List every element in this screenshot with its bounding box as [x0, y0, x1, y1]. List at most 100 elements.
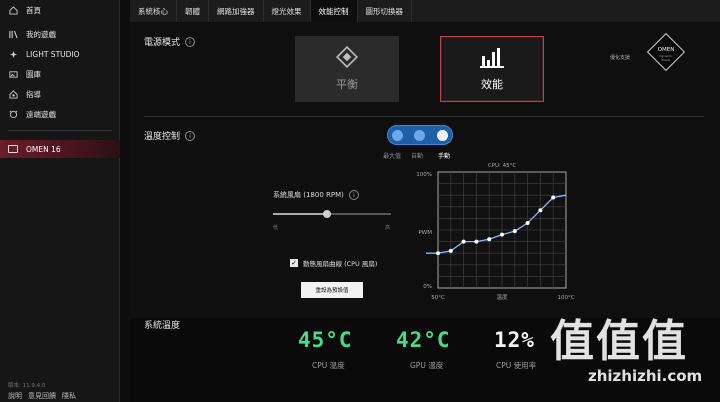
sidebar-item-label: 圖庫 [26, 69, 41, 79]
fan-curve-svg[interactable]: CPU: 45°C 100% PWM 0% 50°C 溫度 100°C [408, 160, 580, 312]
tab-network-booster[interactable]: 網路加強器 [209, 0, 264, 22]
slider-high-label: 高 [385, 225, 391, 231]
fan-curve-point[interactable] [436, 251, 440, 256]
fan-curve-point[interactable] [525, 221, 530, 226]
gpu-temp-label: GPU 溫度 [410, 361, 444, 370]
fan-mode-max[interactable] [392, 130, 403, 141]
gpu-temp-value: 42°C [396, 328, 451, 352]
site-watermark: 值值值 zhizhizhi.com [550, 305, 720, 402]
fan-mode-manual[interactable] [437, 130, 448, 141]
tab-bar: 系統核心 韌體 網路加強器 燈光效果 效能控制 圖形切換器 [130, 0, 720, 22]
x-axis-label: 溫度 [496, 293, 508, 301]
section-divider [144, 116, 704, 117]
reset-default-button[interactable]: 重設為預設值 [301, 282, 363, 298]
tab-graphics-switcher[interactable]: 圖形切換器 [358, 0, 412, 22]
x-tick-label: 100°C [557, 295, 574, 301]
tab-firmware[interactable]: 韌體 [177, 0, 209, 22]
remote-play-icon [8, 109, 18, 119]
power-mode-label: 平衡 [336, 78, 358, 91]
help-link[interactable]: 說明 [8, 391, 22, 401]
gallery-icon [8, 69, 18, 79]
sidebar-item-label: 首頁 [26, 5, 41, 15]
slider-low-label: 低 [273, 225, 279, 231]
slider-handle[interactable] [323, 210, 332, 218]
fan-curve-point[interactable] [500, 232, 504, 237]
performance-bars-icon [480, 48, 504, 68]
power-mode-title: 電源模式 i [144, 35, 196, 48]
chart-title: CPU: 45°C [488, 163, 517, 169]
sidebar-item-coach[interactable]: 指導 [0, 84, 120, 104]
x-tick-label: 50°C [431, 295, 445, 301]
watermark-glyphs: 值值值 [550, 316, 688, 367]
fan-curve-point[interactable] [538, 208, 543, 213]
cpu-temp-value: 45°C [298, 328, 353, 352]
feedback-link[interactable]: 意見回饋 [28, 391, 56, 401]
laptop-icon [8, 145, 18, 153]
app-version: 版本: 11.9.4.0 [8, 383, 46, 389]
brand-caption: 優化支援 [610, 55, 631, 61]
sidebar-item-home[interactable]: 首頁 [0, 0, 120, 20]
sidebar-item-device[interactable]: OMEN 16 [0, 140, 120, 158]
tab-performance-control[interactable]: 效能控制 [310, 0, 358, 22]
sidebar-item-remote-play[interactable]: 遠端遊戲 [0, 104, 120, 124]
fan-curve-point[interactable] [551, 195, 556, 200]
svg-text:OMEN: OMEN [658, 47, 675, 53]
sparkle-icon [8, 49, 18, 59]
temp-control-title: 溫度控制 i [144, 129, 196, 142]
fan-speed-label: 系統風扇 (1800 RPM) i [273, 190, 359, 200]
system-temp-title: 系統溫度 [144, 318, 180, 331]
sidebar-item-light-studio[interactable]: LIGHT STUDIO [0, 44, 120, 64]
power-mode-card-performance[interactable]: 效能 [440, 36, 544, 102]
omen-logo: OMEN Dynamic Power [646, 32, 686, 72]
home-icon [8, 5, 18, 15]
fan-curve-point[interactable] [487, 237, 492, 242]
fan-curve-point[interactable] [512, 229, 517, 234]
watermark-url: zhizhizhi.com [588, 367, 703, 385]
y-tick-label: 100% [416, 172, 432, 178]
power-mode-card-balanced[interactable]: 平衡 [295, 36, 399, 102]
power-mode-label: 效能 [481, 78, 503, 91]
checkbox-label: 動態風扇曲線 (CPU 風扇) [303, 260, 378, 268]
system-temp-heading: 系統溫度 [144, 321, 181, 331]
temp-control-heading: 溫度控制 [144, 132, 181, 142]
sidebar-item-label: LIGHT STUDIO [26, 49, 80, 59]
fan-curve-chart: CPU: 45°C 100% PWM 0% 50°C 溫度 100°C [408, 160, 580, 312]
sidebar-item-label: 遠端遊戲 [26, 109, 56, 119]
fan-curve-point[interactable] [474, 239, 479, 244]
sidebar: 首頁 我的遊戲 LIGHT STUDIO 圖庫 指導 遠端遊戲 OMEN 16 … [0, 0, 120, 402]
y-axis-label: PWM [418, 230, 432, 236]
sidebar-item-label: 指導 [26, 89, 41, 99]
fan-speed-text: 系統風扇 (1800 RPM) [273, 191, 344, 199]
fan-mode-switch[interactable] [387, 125, 453, 145]
sidebar-item-gallery[interactable]: 圖庫 [0, 64, 120, 84]
coach-icon [8, 89, 18, 99]
tab-system-core[interactable]: 系統核心 [130, 0, 177, 22]
cpu-temp-label: CPU 溫度 [312, 361, 345, 370]
dynamic-fan-curve-option[interactable]: ✓ 動態風扇曲線 (CPU 風扇) [290, 258, 377, 268]
cpu-usage-label: CPU 使用率 [496, 361, 537, 370]
fan-speed-slider[interactable] [273, 210, 391, 218]
diamond-icon [336, 46, 358, 68]
mode-label-max: 最大值 [383, 153, 402, 160]
cpu-usage-value: 12% [494, 328, 535, 352]
checkbox[interactable]: ✓ [290, 259, 298, 267]
sidebar-divider [8, 130, 112, 131]
tab-lighting[interactable]: 燈光效果 [264, 0, 311, 22]
slider-fill [273, 213, 328, 215]
y-tick-label: 0% [423, 284, 432, 290]
mode-label-manual: 手動 [438, 153, 451, 160]
mode-label-auto: 自動 [411, 153, 424, 160]
svg-text:Power: Power [661, 58, 671, 62]
fan-curve-point[interactable] [461, 239, 466, 244]
sidebar-item-label: 我的遊戲 [26, 29, 56, 39]
power-mode-heading: 電源模式 [144, 38, 181, 48]
library-icon [8, 29, 18, 39]
fan-curve-point[interactable] [448, 248, 453, 253]
info-icon[interactable]: i [185, 130, 196, 141]
device-name: OMEN 16 [26, 144, 61, 154]
info-icon[interactable]: i [185, 36, 196, 47]
fan-mode-auto[interactable] [414, 130, 425, 141]
sidebar-item-my-games[interactable]: 我的遊戲 [0, 24, 120, 44]
privacy-link[interactable]: 隱私 [62, 391, 76, 401]
info-icon[interactable]: i [348, 190, 359, 200]
